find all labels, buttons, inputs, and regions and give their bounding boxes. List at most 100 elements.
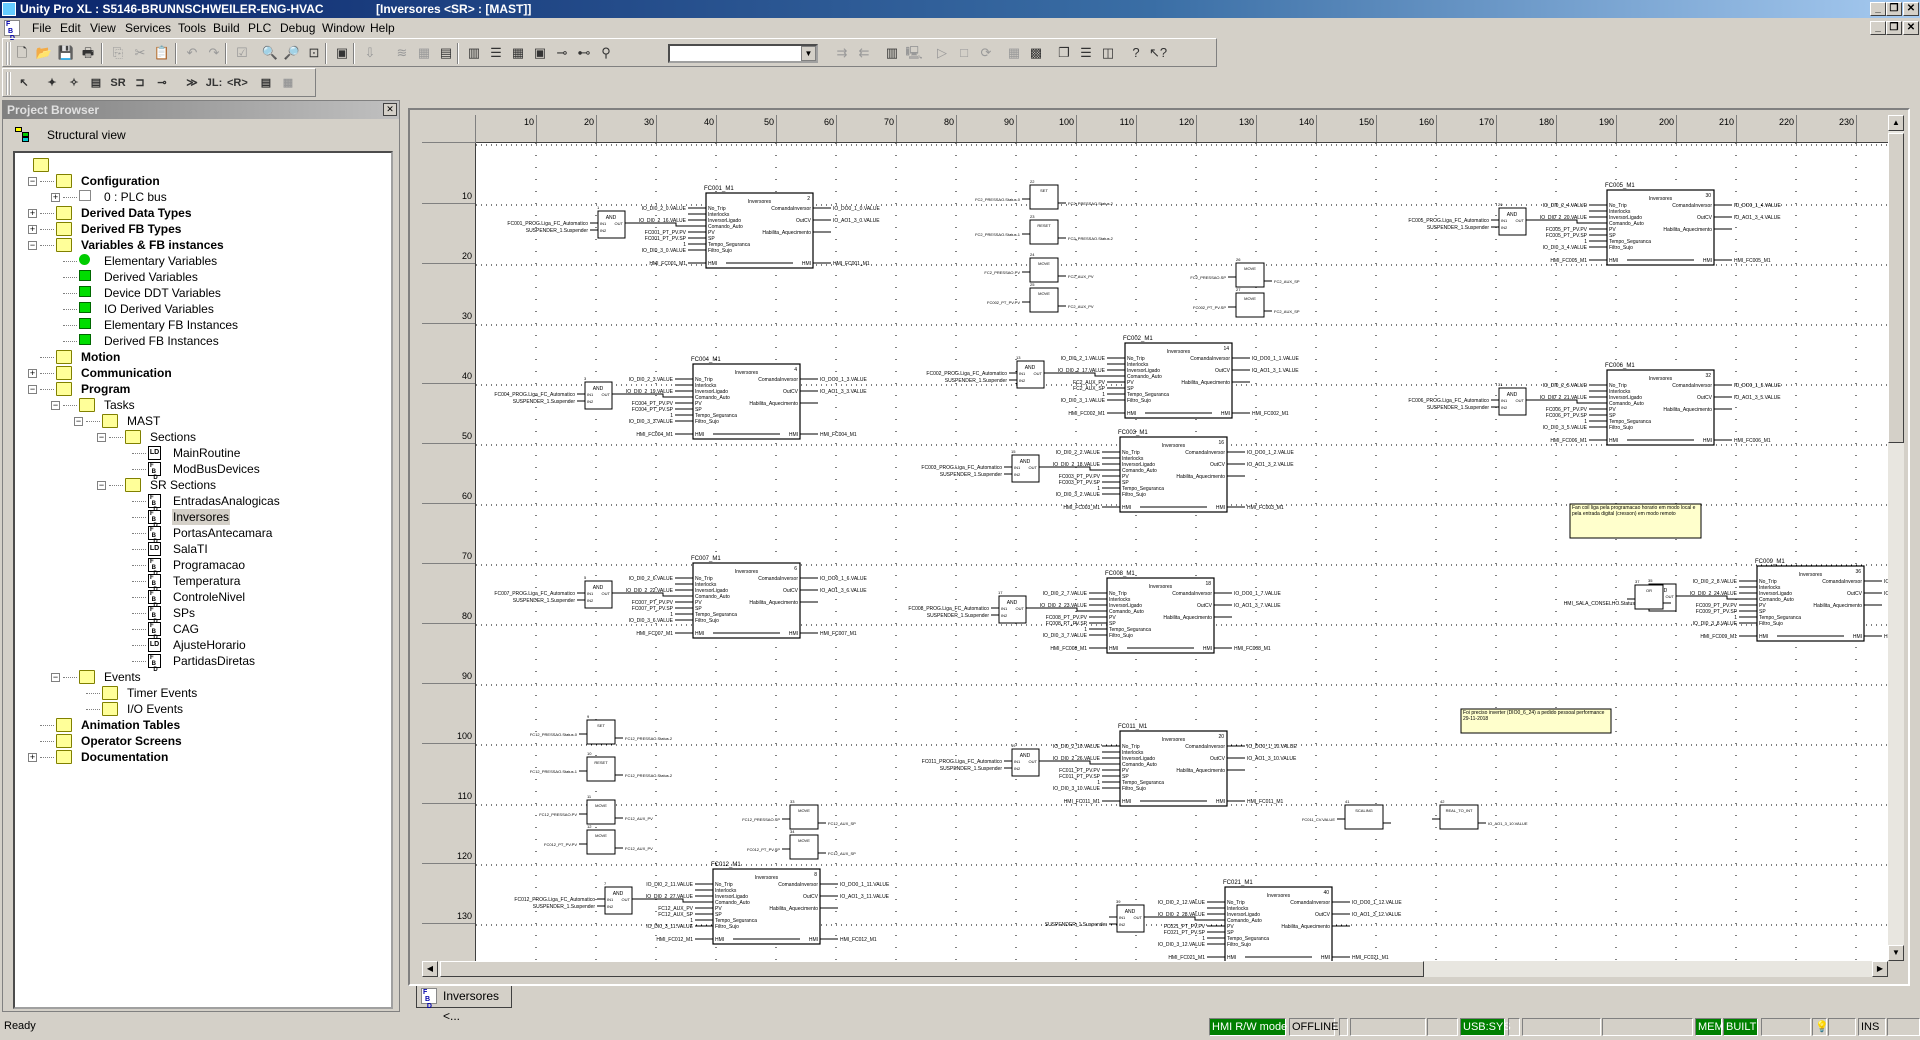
- find-icon[interactable]: ⚲: [597, 44, 615, 62]
- menu-tools[interactable]: Tools: [178, 21, 206, 35]
- cut-icon[interactable]: ✂: [131, 44, 149, 62]
- scroll-down-icon[interactable]: ▼: [1888, 945, 1904, 961]
- mdi-restore-button[interactable]: ❐: [1886, 21, 1902, 35]
- tree-item[interactable]: Operator Screens: [80, 733, 183, 749]
- collapse-icon[interactable]: −: [97, 481, 106, 490]
- watch-icon[interactable]: ▩: [1027, 44, 1045, 62]
- collapse-icon[interactable]: −: [51, 673, 60, 682]
- horizontal-scrollbar[interactable]: ◀ ▶: [422, 961, 1888, 977]
- menu-file[interactable]: File: [32, 21, 51, 35]
- tree-item[interactable]: MAST: [126, 413, 161, 429]
- tree-item[interactable]: Sections: [149, 429, 197, 445]
- fullscreen-icon[interactable]: ▣: [333, 44, 351, 62]
- ffb-assistant-icon[interactable]: ✦: [43, 74, 61, 92]
- restore-button[interactable]: ❐: [1886, 2, 1902, 16]
- fbd-canvas[interactable]: FC001_M1 2 Inversores No_Trip IO_DI0_2_0.VAL…: [476, 143, 1888, 961]
- expand-icon[interactable]: +: [28, 209, 37, 218]
- init-icon[interactable]: ⟳: [977, 44, 995, 62]
- expand-icon[interactable]: +: [28, 753, 37, 762]
- tile-horizontal-icon[interactable]: ☰: [1077, 44, 1095, 62]
- zoom-in-icon[interactable]: 🔍: [261, 44, 279, 62]
- save-icon[interactable]: 💾: [57, 44, 75, 62]
- tree-item[interactable]: Temperatura: [172, 573, 241, 589]
- contact-icon[interactable]: ⊸: [153, 74, 171, 92]
- paste-icon[interactable]: 📋: [153, 44, 171, 62]
- build-changes-icon[interactable]: ▦: [415, 44, 433, 62]
- link-icon[interactable]: ⊐: [131, 74, 149, 92]
- menu-debug[interactable]: Debug: [280, 21, 315, 35]
- run-icon[interactable]: ▷: [933, 44, 951, 62]
- tree-item[interactable]: Programacao: [172, 557, 246, 573]
- zoom-out-icon[interactable]: 🔎: [283, 44, 301, 62]
- breakpoint-icon[interactable]: ⊸: [553, 44, 571, 62]
- tile-vertical-icon[interactable]: ◫: [1099, 44, 1117, 62]
- tree-item[interactable]: ControleNivel: [172, 589, 246, 605]
- edit-ffb-icon[interactable]: ▤: [87, 74, 105, 92]
- dropdown-arrow-icon[interactable]: ▼: [801, 46, 816, 61]
- close-button[interactable]: ✕: [1903, 2, 1919, 16]
- tree-item[interactable]: PortasAntecamara: [172, 525, 273, 541]
- copy-icon[interactable]: ⎘: [109, 44, 127, 62]
- menu-build[interactable]: Build: [213, 21, 240, 35]
- tree-item[interactable]: IO Derived Variables: [103, 301, 215, 317]
- transfer-to-plc-icon[interactable]: ⇉: [833, 44, 851, 62]
- scroll-left-icon[interactable]: ◀: [422, 961, 438, 977]
- tree-item[interactable]: ModBusDevices: [172, 461, 261, 477]
- tree-item[interactable]: Tasks: [103, 397, 136, 413]
- print-icon[interactable]: 🖶: [79, 44, 97, 62]
- tree-item[interactable]: Communication: [80, 365, 173, 381]
- select-icon[interactable]: ↖: [15, 74, 33, 92]
- data-editor-icon[interactable]: ▦: [509, 44, 527, 62]
- minimize-button[interactable]: _: [1870, 2, 1886, 16]
- tree-item[interactable]: 0 : PLC bus: [103, 189, 168, 205]
- fbd-diagram[interactable]: FC001_M12InversoresNo_TripIO_DI0_2_0.VAL…: [476, 143, 1888, 961]
- redo-icon[interactable]: ↷: [205, 44, 223, 62]
- step-icon[interactable]: ⊷: [575, 44, 593, 62]
- comment-icon[interactable]: ▤: [257, 74, 275, 92]
- collapse-icon[interactable]: −: [51, 401, 60, 410]
- project-browser-close-button[interactable]: ✕: [383, 103, 397, 116]
- tree-item[interactable]: PartidasDiretas: [172, 653, 256, 669]
- tree-item[interactable]: AjusteHorario: [172, 637, 247, 653]
- ffb-icon[interactable]: ✧: [65, 74, 83, 92]
- collapse-icon[interactable]: −: [97, 433, 106, 442]
- menu-help[interactable]: Help: [370, 21, 395, 35]
- menu-edit[interactable]: Edit: [60, 21, 81, 35]
- tree-item[interactable]: Motion: [80, 349, 121, 365]
- tree-item[interactable]: Elementary FB Instances: [103, 317, 239, 333]
- return-icon[interactable]: <R>: [227, 74, 248, 92]
- tree-item[interactable]: Variables & FB instances: [80, 237, 225, 253]
- tree-item[interactable]: Derived Variables: [103, 269, 199, 285]
- validate-icon[interactable]: ☑: [233, 44, 251, 62]
- collapse-icon[interactable]: −: [28, 241, 37, 250]
- collapse-icon[interactable]: −: [74, 417, 83, 426]
- transfer-from-plc-icon[interactable]: ⇇: [855, 44, 873, 62]
- sr-icon[interactable]: SR: [109, 74, 127, 92]
- tree-item[interactable]: Device DDT Variables: [103, 285, 222, 301]
- search-combo[interactable]: ▼: [668, 44, 818, 63]
- scroll-right-icon[interactable]: ▶: [1872, 961, 1888, 977]
- new-icon[interactable]: 🗋: [13, 44, 31, 62]
- tree-item[interactable]: SalaTI: [172, 541, 209, 557]
- tree-item[interactable]: MainRoutine: [172, 445, 241, 461]
- tree-item[interactable]: Configuration: [80, 173, 161, 189]
- tree-item[interactable]: Timer Events: [126, 685, 198, 701]
- io-icon[interactable]: ▥: [883, 44, 901, 62]
- tree-item[interactable]: EntradasAnalogicas: [172, 493, 281, 509]
- tree-item[interactable]: Documentation: [80, 749, 169, 765]
- expand-icon[interactable]: +: [51, 193, 60, 202]
- undo-icon[interactable]: ↶: [183, 44, 201, 62]
- vertical-scroll-thumb[interactable]: [1888, 133, 1904, 443]
- memory-icon[interactable]: ▣: [531, 44, 549, 62]
- cascade-icon[interactable]: ❐: [1055, 44, 1073, 62]
- tab-inversores[interactable]: F B D Inversores <...: [416, 986, 512, 1023]
- zoom-fit-icon[interactable]: ⊡: [305, 44, 323, 62]
- label-icon[interactable]: JL:: [205, 74, 223, 92]
- tree-item[interactable]: Events: [103, 669, 142, 685]
- help-icon[interactable]: ?: [1127, 44, 1145, 62]
- menu-view[interactable]: View: [90, 21, 116, 35]
- analyze-icon[interactable]: ≋: [393, 44, 411, 62]
- context-help-icon[interactable]: ↖?: [1149, 44, 1167, 62]
- tree-item[interactable]: Program: [80, 381, 131, 397]
- structural-view-icon[interactable]: [15, 127, 31, 143]
